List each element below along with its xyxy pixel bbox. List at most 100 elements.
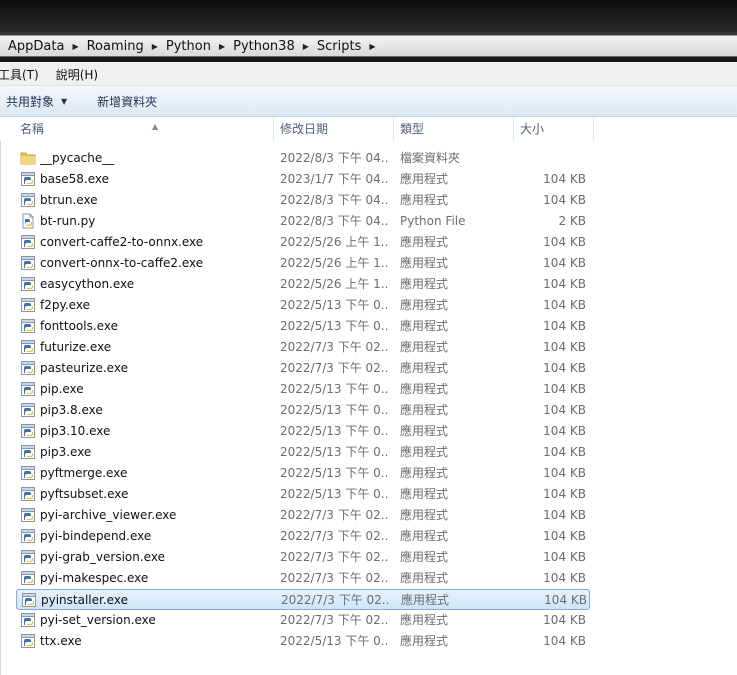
file-row[interactable]: fonttools.exe 2022/5/13 下午 0... 應用程式 104 KB (16, 316, 590, 337)
file-row[interactable]: bt-run.py 2022/8/3 下午 04... Python File 2 K… (16, 211, 590, 232)
file-type: 應用程式 (400, 487, 449, 501)
python-exe-icon (20, 255, 36, 271)
file-date: 2022/7/3 下午 02... (280, 508, 388, 522)
column-header-type[interactable]: 類型 (394, 117, 514, 141)
file-name: __pycache__ (40, 151, 115, 165)
file-date: 2022/7/3 下午 02... (280, 613, 388, 627)
file-name: convert-caffe2-to-onnx.exe (40, 235, 204, 249)
file-row[interactable]: pip3.8.exe 2022/5/13 下午 0... 應用程式 104 KB (16, 400, 590, 421)
file-name: easycython.exe (40, 277, 135, 291)
file-date: 2022/8/3 下午 04... (280, 193, 388, 207)
python-file-icon (20, 213, 36, 229)
breadcrumb-item-scripts[interactable]: Scripts ▶ (309, 39, 376, 54)
file-row[interactable]: btrun.exe 2022/8/3 下午 04... 應用程式 104 KB (16, 190, 590, 211)
breadcrumb-label: Scripts (316, 38, 362, 54)
file-row[interactable]: pyftsubset.exe 2022/5/13 下午 0... 應用程式 104 K… (16, 484, 590, 505)
breadcrumb-label: Roaming (86, 38, 144, 54)
column-header-name[interactable]: 名稱 ▲ (14, 117, 274, 141)
python-exe-icon (20, 633, 36, 649)
new-folder-button[interactable]: 新增資料夾 (97, 93, 157, 110)
file-row[interactable]: f2py.exe 2022/5/13 下午 0... 應用程式 104 KB (16, 295, 590, 316)
file-name: pyftsubset.exe (40, 487, 129, 501)
file-row[interactable]: pip3.exe 2022/5/13 下午 0... 應用程式 104 KB (16, 442, 590, 463)
file-name: pyi-bindepend.exe (40, 529, 152, 543)
file-date: 2022/5/13 下午 0... (280, 424, 388, 438)
file-name: pyi-archive_viewer.exe (40, 508, 177, 522)
pane-divider (0, 117, 1, 675)
file-date: 2022/7/3 下午 02... (280, 550, 388, 564)
file-row[interactable]: pyi-bindepend.exe 2022/7/3 下午 02... 應用程式 10… (16, 526, 590, 547)
file-size: 104 KB (543, 613, 586, 627)
file-type: 應用程式 (400, 424, 449, 438)
breadcrumb-item-python38[interactable]: Python38 ▶ (225, 39, 309, 54)
file-type: 應用程式 (400, 277, 449, 291)
file-date: 2022/8/3 下午 04... (280, 214, 388, 228)
file-date: 2023/1/7 下午 04... (280, 172, 388, 186)
file-row[interactable]: convert-onnx-to-caffe2.exe 2022/5/26 上午 1… (16, 253, 590, 274)
file-type: 應用程式 (400, 571, 449, 585)
file-row[interactable]: pyi-grab_version.exe 2022/7/3 下午 02... 應用程… (16, 547, 590, 568)
file-size: 104 KB (544, 593, 587, 607)
file-size: 104 KB (543, 340, 586, 354)
python-exe-icon (20, 192, 36, 208)
file-type: 應用程式 (400, 256, 449, 270)
file-row[interactable]: pip3.10.exe 2022/5/13 下午 0... 應用程式 104 KB (16, 421, 590, 442)
breadcrumb-item-python[interactable]: Python ▶ (158, 39, 225, 54)
python-exe-icon (20, 402, 36, 418)
breadcrumb-item-appdata[interactable]: AppData ▶ (0, 39, 79, 54)
file-type: 應用程式 (400, 613, 449, 627)
share-button[interactable]: 共用對象 ▼ (6, 93, 67, 110)
file-row[interactable]: pasteurize.exe 2022/7/3 下午 02... 應用程式 104 K… (16, 358, 590, 379)
breadcrumb[interactable]: AppData ▶ Roaming ▶ Python ▶ Python38 ▶ Scri… (0, 35, 737, 57)
file-date: 2022/7/3 下午 02... (281, 593, 389, 607)
file-row[interactable]: convert-caffe2-to-onnx.exe 2022/5/26 上午 1… (16, 232, 590, 253)
file-name: pyinstaller.exe (41, 593, 128, 607)
file-row[interactable]: pyinstaller.exe 2022/7/3 下午 02... 應用程式 104 … (16, 589, 590, 610)
python-exe-icon (20, 444, 36, 460)
file-row[interactable]: pyftmerge.exe 2022/5/13 下午 0... 應用程式 104 KB (16, 463, 590, 484)
file-size: 104 KB (543, 508, 586, 522)
file-size: 104 KB (543, 235, 586, 249)
file-date: 2022/5/13 下午 0... (280, 445, 388, 459)
column-header-date[interactable]: 修改日期 (274, 117, 394, 141)
address-bar: AppData ▶ Roaming ▶ Python ▶ Python38 ▶ Scri… (0, 32, 737, 62)
file-type: 應用程式 (400, 361, 449, 375)
breadcrumb-label: Python38 (233, 38, 295, 54)
file-type: 應用程式 (400, 298, 449, 312)
file-row[interactable]: pyi-archive_viewer.exe 2022/7/3 下午 02... 應… (16, 505, 590, 526)
file-name: pyi-makespec.exe (40, 571, 149, 585)
breadcrumb-label: Python (165, 38, 211, 54)
breadcrumb-item-roaming[interactable]: Roaming ▶ (79, 39, 158, 54)
file-name: pip3.8.exe (40, 403, 103, 417)
file-size: 104 KB (543, 571, 586, 585)
column-header-size[interactable]: 大小 (514, 117, 594, 141)
file-date: 2022/5/13 下午 0... (280, 382, 388, 396)
column-headers: 名稱 ▲ 修改日期 類型 大小 (0, 117, 737, 141)
file-size (516, 148, 586, 169)
column-header-label: 大小 (520, 122, 545, 136)
file-size: 104 KB (543, 382, 586, 396)
menu-help[interactable]: 說明(H) (56, 66, 98, 83)
file-date: 2022/5/13 下午 0... (280, 487, 388, 501)
file-row[interactable]: futurize.exe 2022/7/3 下午 02... 應用程式 104 KB (16, 337, 590, 358)
file-date: 2022/5/13 下午 0... (280, 466, 388, 480)
file-row[interactable]: base58.exe 2023/1/7 下午 04... 應用程式 104 KB (16, 169, 590, 190)
file-row[interactable]: pyi-set_version.exe 2022/7/3 下午 02... 應用程式… (16, 610, 590, 631)
file-row[interactable]: ttx.exe 2022/5/13 下午 0... 應用程式 104 KB (16, 631, 590, 652)
file-name: convert-onnx-to-caffe2.exe (40, 256, 204, 270)
menu-tools[interactable]: 工具(T) (0, 66, 39, 83)
file-size: 104 KB (543, 319, 586, 333)
python-exe-icon (20, 612, 36, 628)
file-row[interactable]: pyi-makespec.exe 2022/7/3 下午 02... 應用程式 104… (16, 568, 590, 589)
python-exe-icon (20, 423, 36, 439)
file-row[interactable]: pip.exe 2022/5/13 下午 0... 應用程式 104 KB (16, 379, 590, 400)
file-type: 應用程式 (400, 466, 449, 480)
python-exe-icon (20, 297, 36, 313)
python-exe-icon (20, 465, 36, 481)
file-row[interactable]: easycython.exe 2022/5/26 上午 1... 應用程式 104 K… (16, 274, 590, 295)
file-date: 2022/5/26 上午 1... (280, 277, 388, 291)
column-header-label: 修改日期 (280, 122, 329, 136)
folder-row[interactable]: __pycache__ 2022/8/3 下午 04... 檔案資料夾 (16, 148, 590, 169)
file-size: 104 KB (543, 445, 586, 459)
chevron-right-icon[interactable]: ▶ (369, 42, 375, 51)
